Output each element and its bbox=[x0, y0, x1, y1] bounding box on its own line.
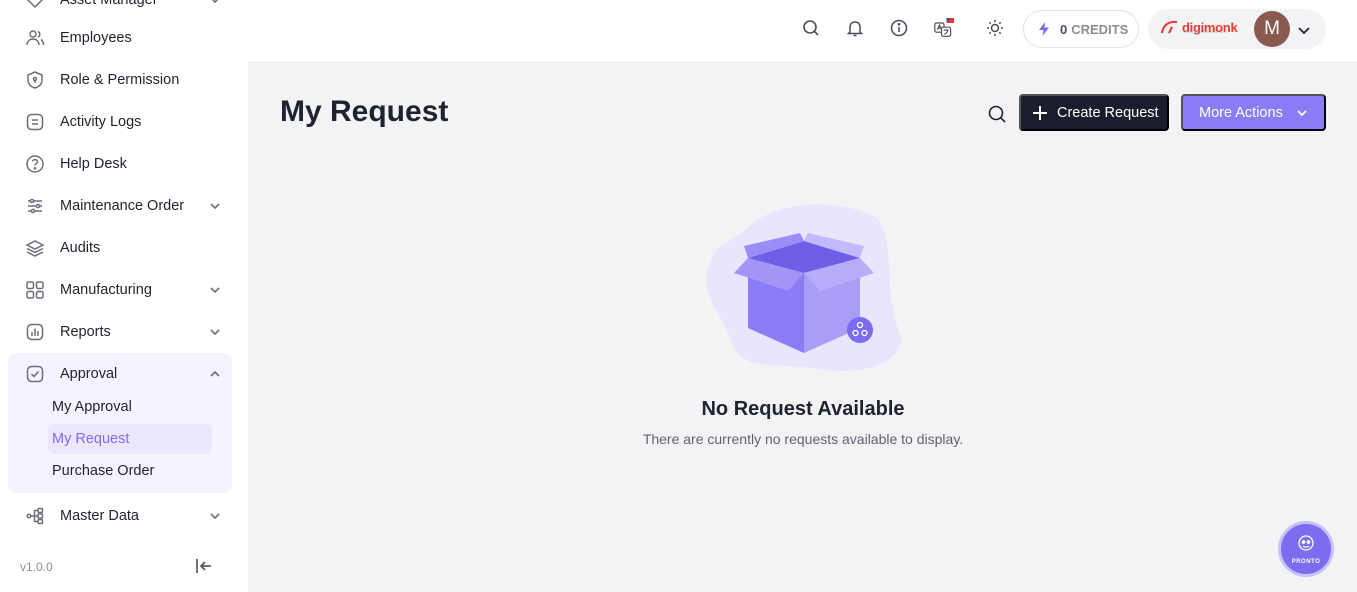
credits-badge[interactable]: 0 CREDITS bbox=[1023, 10, 1139, 48]
credits-count: 0 bbox=[1060, 21, 1068, 37]
sidebar-item-maintenance-order[interactable]: Maintenance Order bbox=[8, 185, 232, 227]
sidebar-item-label: Asset Manager bbox=[60, 0, 158, 8]
sidebar-item-label: Maintenance Order bbox=[60, 198, 185, 214]
grid-icon bbox=[24, 279, 46, 301]
search-icon[interactable] bbox=[986, 103, 1008, 125]
chevron-down-icon bbox=[208, 0, 222, 7]
more-actions-button[interactable]: More Actions bbox=[1181, 94, 1326, 131]
sidebar-item-label: Audits bbox=[60, 240, 101, 256]
assistant-icon bbox=[1296, 533, 1316, 558]
search-icon[interactable] bbox=[801, 18, 823, 40]
help-icon bbox=[24, 153, 46, 175]
sidebar-subitem-purchase-order[interactable]: Purchase Order bbox=[48, 456, 212, 486]
sidebar-subitem-my-approval[interactable]: My Approval bbox=[48, 392, 212, 422]
shield-icon bbox=[24, 69, 46, 91]
chevron-up-icon bbox=[208, 367, 222, 381]
chevron-down-icon bbox=[208, 325, 222, 339]
sidebar-subitem-my-request[interactable]: My Request bbox=[48, 424, 212, 454]
sidebar-item-audits[interactable]: Audits bbox=[8, 227, 232, 269]
chevron-down-icon bbox=[208, 509, 222, 523]
sidebar-item-label: Role & Permission bbox=[60, 72, 180, 88]
brand-subtitle: TECHNOLOGIES bbox=[1184, 29, 1228, 34]
empty-box-illustration bbox=[702, 203, 904, 373]
bolt-icon bbox=[1036, 21, 1052, 37]
sidebar-item-role-permission[interactable]: Role & Permission bbox=[8, 59, 232, 101]
create-request-button[interactable]: Create Request bbox=[1019, 94, 1169, 131]
sidebar-item-label: Manufacturing bbox=[60, 282, 152, 298]
users-icon bbox=[24, 27, 46, 49]
app-version: v1.0.0 bbox=[20, 560, 53, 574]
collapse-sidebar-icon[interactable] bbox=[194, 556, 214, 576]
sidebar-item-label: Reports bbox=[60, 324, 111, 340]
profile-menu[interactable]: digimonk TECHNOLOGIES M bbox=[1148, 9, 1326, 49]
brand-mark-icon bbox=[1160, 19, 1180, 35]
plus-icon bbox=[1031, 104, 1049, 122]
theme-sun-icon[interactable] bbox=[985, 18, 1007, 40]
sidebar-item-label: Activity Logs bbox=[60, 114, 142, 130]
sidebar-item-approval[interactable]: Approval bbox=[8, 353, 232, 395]
empty-state-description: There are currently no requests availabl… bbox=[642, 431, 964, 447]
check-square-icon bbox=[24, 363, 46, 385]
sidebar-item-label: Help Desk bbox=[60, 156, 127, 172]
chevron-down-icon bbox=[1295, 106, 1309, 120]
sidebar-item-label: Employees bbox=[60, 30, 132, 46]
chevron-down-icon[interactable] bbox=[1296, 22, 1312, 38]
chevron-down-icon bbox=[208, 283, 222, 297]
sidebar-item-manufacturing[interactable]: Manufacturing bbox=[8, 269, 232, 311]
list-icon bbox=[24, 111, 46, 133]
sliders-icon bbox=[24, 195, 46, 217]
assistant-fab-button[interactable]: PRONTO bbox=[1278, 521, 1334, 577]
avatar[interactable]: M bbox=[1254, 11, 1290, 47]
sidebar-item-master-data[interactable]: Master Data bbox=[8, 495, 232, 537]
tag-icon bbox=[24, 0, 46, 11]
sidebar: Asset Manager Employees Role & Permissio… bbox=[0, 0, 248, 592]
empty-state-title: No Request Available bbox=[701, 398, 905, 420]
layers-icon bbox=[24, 237, 46, 259]
chevron-down-icon bbox=[208, 199, 222, 213]
credits-label: CREDITS bbox=[1071, 21, 1129, 37]
more-actions-label: More Actions bbox=[1199, 104, 1283, 121]
topbar: 0 CREDITS digimonk TECHNOLOGIES M bbox=[248, 0, 1357, 61]
page-title: My Request bbox=[280, 95, 449, 128]
chart-icon bbox=[24, 321, 46, 343]
sidebar-item-activity-logs[interactable]: Activity Logs bbox=[8, 101, 232, 143]
bell-icon[interactable] bbox=[845, 18, 867, 40]
sidebar-item-reports[interactable]: Reports bbox=[8, 311, 232, 353]
hierarchy-icon bbox=[24, 505, 46, 527]
sidebar-item-help-desk[interactable]: Help Desk bbox=[8, 143, 232, 185]
info-icon[interactable] bbox=[889, 18, 911, 40]
translate-icon[interactable] bbox=[934, 18, 956, 40]
sidebar-item-employees[interactable]: Employees bbox=[8, 17, 232, 59]
create-request-label: Create Request bbox=[1057, 104, 1159, 121]
sidebar-item-label: Approval bbox=[60, 366, 118, 382]
assistant-fab-label: PRONTO bbox=[1291, 559, 1321, 565]
sidebar-item-label: Master Data bbox=[60, 508, 139, 524]
